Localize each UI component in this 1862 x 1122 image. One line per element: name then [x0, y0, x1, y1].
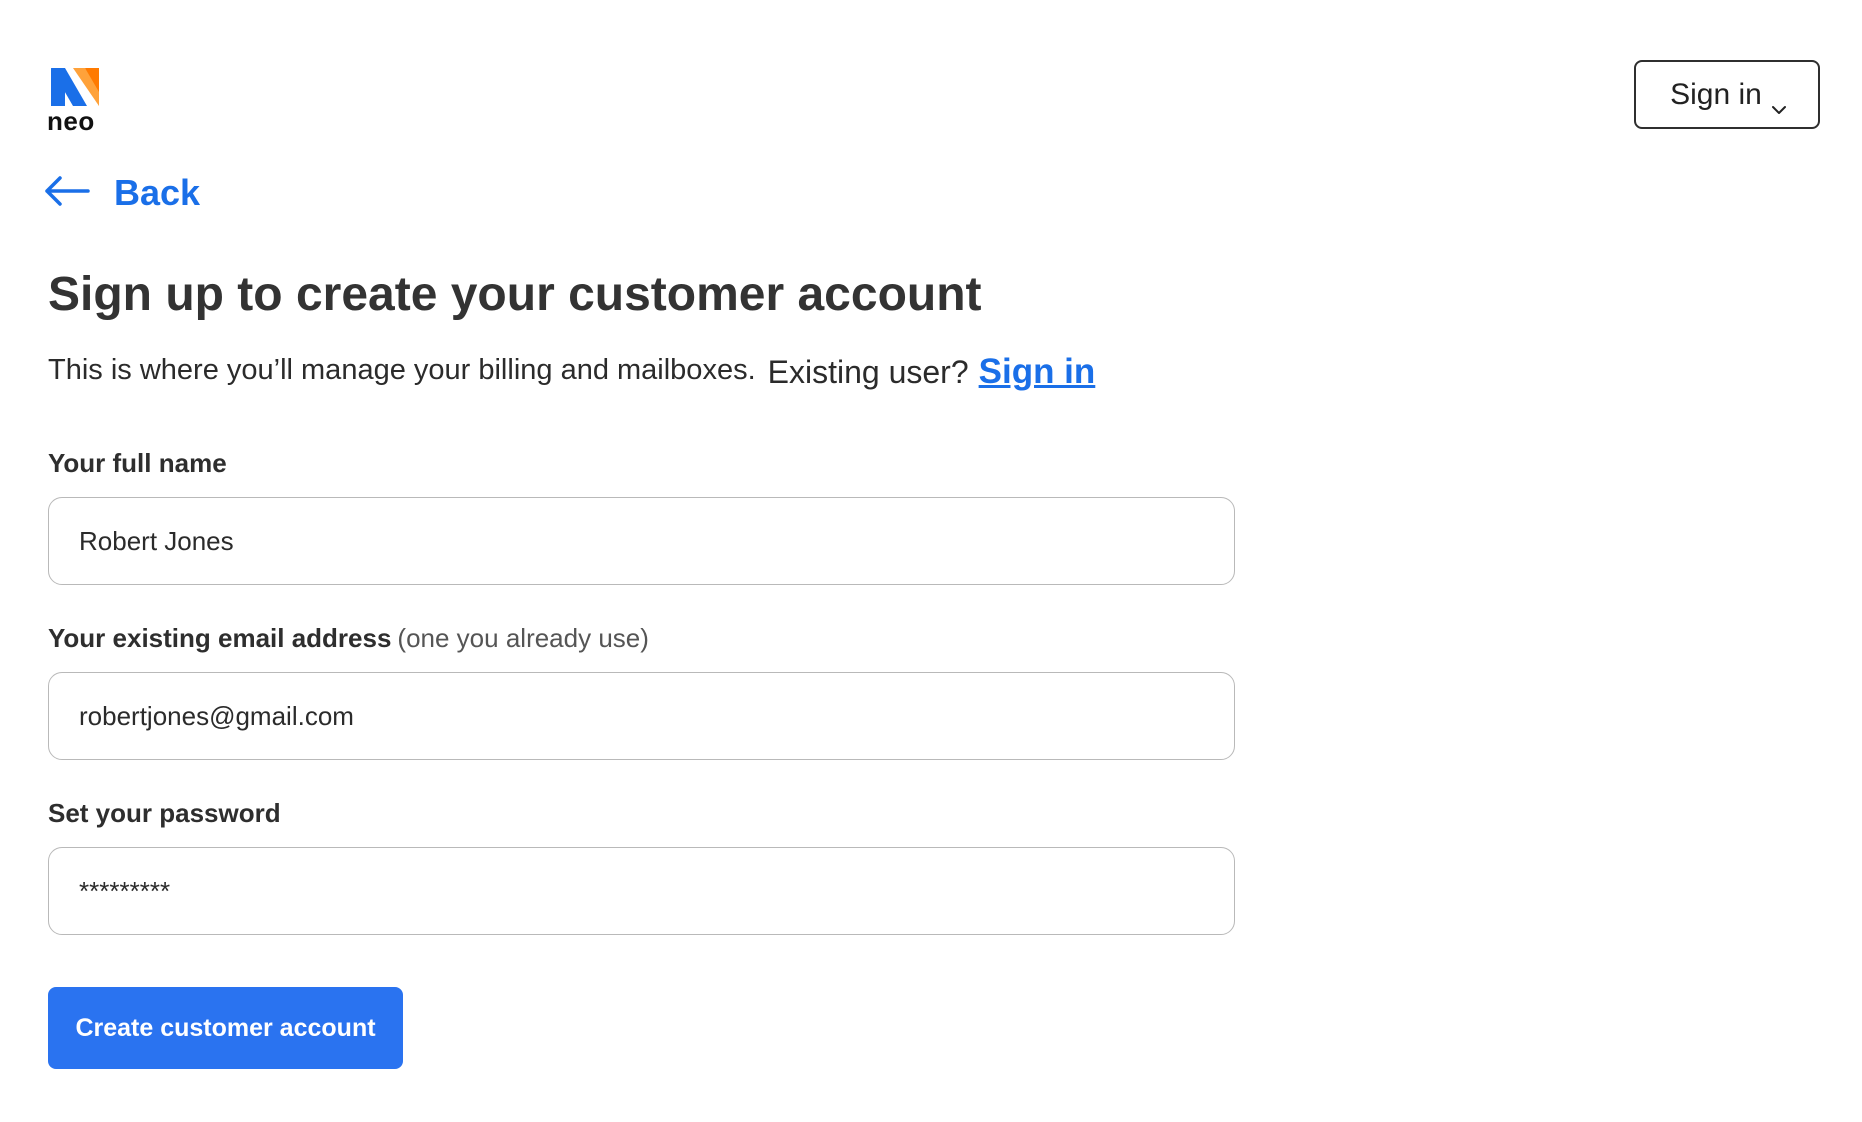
subtitle-text: This is where you’ll manage your billing…: [48, 354, 756, 386]
create-customer-account-button[interactable]: Create customer account: [48, 987, 403, 1069]
chevron-down-icon: [1771, 89, 1786, 114]
full-name-label: Your full name: [48, 448, 227, 479]
password-label-text: Set your password: [48, 798, 281, 828]
password-field[interactable]: [48, 847, 1235, 935]
arrow-left-icon: [44, 175, 90, 212]
email-label-text: Your existing email address: [48, 623, 392, 653]
neo-logo-wordmark: neo: [47, 106, 95, 136]
password-label: Set your password: [48, 798, 281, 829]
email-hint: (one you already use): [397, 623, 649, 653]
email-field[interactable]: [48, 672, 1235, 760]
back-link[interactable]: Back: [44, 172, 200, 214]
email-label: Your existing email address (one you alre…: [48, 623, 649, 654]
page-title: Sign up to create your customer account: [48, 268, 982, 321]
sign-in-dropdown-label: Sign in: [1670, 77, 1762, 111]
full-name-label-text: Your full name: [48, 448, 227, 478]
sign-in-dropdown-button[interactable]: Sign in: [1634, 60, 1820, 129]
sign-in-link[interactable]: Sign in: [979, 352, 1096, 392]
page-subtitle: This is where you’ll manage your billing…: [48, 348, 1095, 391]
full-name-field[interactable]: [48, 497, 1235, 585]
existing-user-text: Existing user?: [767, 354, 969, 390]
back-label: Back: [114, 172, 201, 213]
